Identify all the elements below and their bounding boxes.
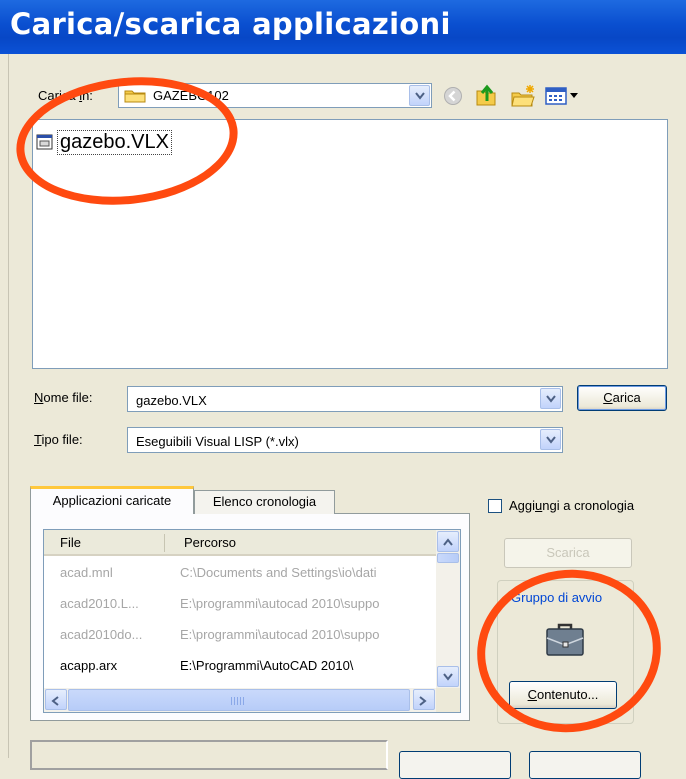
startup-suite-title: Gruppo di avvio	[511, 590, 603, 605]
scroll-down-icon[interactable]	[437, 666, 459, 687]
file-type-select[interactable]: Eseguibili Visual LISP (*.vlx)	[127, 427, 563, 453]
vlx-file-icon	[36, 134, 53, 150]
list-item[interactable]: gazebo.VLX	[36, 129, 172, 155]
look-in-value: GAZEBO102	[153, 88, 229, 103]
vertical-scroll-thumb[interactable]	[437, 553, 459, 563]
scroll-left-icon[interactable]	[45, 689, 67, 710]
table-row[interactable]: acad2010.L... E:\programmi\autocad 2010\…	[44, 591, 437, 619]
window-title: Carica/scarica applicazioni	[10, 7, 451, 41]
title-bar: Carica/scarica applicazioni	[0, 0, 686, 54]
look-in-dropdown[interactable]: GAZEBO102	[118, 83, 432, 108]
scroll-up-icon[interactable]	[437, 531, 459, 552]
bottom-button-1[interactable]	[399, 751, 511, 779]
tab-history-list[interactable]: Elenco cronologia	[194, 490, 335, 514]
chevron-down-icon[interactable]	[540, 388, 561, 409]
row-path: C:\Documents and Settings\io\dati	[180, 565, 377, 580]
file-name-label: Nome file:	[34, 390, 93, 405]
loaded-apps-list[interactable]: File Percorso acad.mnl C:\Documents and …	[43, 529, 461, 713]
column-header-path[interactable]: Percorso	[184, 535, 236, 550]
row-path: E:\programmi\autocad 2010\suppo	[180, 596, 380, 611]
chevron-down-icon[interactable]	[409, 85, 430, 106]
bottom-button-2[interactable]	[529, 751, 641, 779]
table-row[interactable]: acad2010do... E:\programmi\autocad 2010\…	[44, 622, 437, 650]
look-in-label: Carica in:	[38, 88, 93, 103]
file-name-combo[interactable]: gazebo.VLX	[127, 386, 563, 412]
scroll-corner	[436, 688, 460, 712]
row-file: acapp.arx	[60, 658, 118, 673]
file-list[interactable]: gazebo.VLX	[32, 119, 668, 369]
row-path: E:\Programmi\AutoCAD 2010\	[180, 658, 354, 673]
row-file: acad.mnl	[60, 565, 113, 580]
up-one-level-icon[interactable]	[474, 83, 498, 107]
file-name-value: gazebo.VLX	[136, 393, 207, 408]
table-row[interactable]: acad.mnl C:\Documents and Settings\io\da…	[44, 560, 437, 588]
folder-icon	[124, 90, 146, 103]
new-folder-icon[interactable]	[510, 84, 536, 108]
unload-button[interactable]: Scarica	[504, 538, 632, 568]
horizontal-scrollbar[interactable]	[44, 688, 437, 712]
row-path: E:\programmi\autocad 2010\suppo	[180, 627, 380, 642]
tab-loaded-applications[interactable]: Applicazioni caricate	[30, 486, 194, 514]
horizontal-scroll-thumb[interactable]	[68, 689, 410, 711]
add-to-history-label[interactable]: Aggiungi a cronologia	[509, 498, 634, 513]
file-type-label: Tipo file:	[34, 432, 83, 447]
contents-button[interactable]: Contenuto...	[509, 681, 617, 709]
views-menu-icon[interactable]	[545, 86, 589, 106]
row-file: acad2010do...	[60, 627, 143, 642]
back-icon[interactable]	[443, 86, 463, 106]
file-type-value: Eseguibili Visual LISP (*.vlx)	[136, 434, 299, 449]
column-header-file[interactable]: File	[60, 535, 81, 550]
load-button[interactable]: Carica	[577, 385, 667, 411]
status-field	[30, 740, 388, 770]
briefcase-icon	[546, 623, 584, 656]
vertical-scrollbar[interactable]	[436, 530, 460, 688]
table-row[interactable]: acapp.arx E:\Programmi\AutoCAD 2010\	[44, 653, 437, 681]
row-file: acad2010.L...	[60, 596, 139, 611]
list-header: File Percorso	[44, 530, 437, 556]
chevron-down-icon[interactable]	[540, 429, 561, 450]
file-item-name: gazebo.VLX	[57, 129, 172, 155]
scroll-right-icon[interactable]	[413, 689, 435, 710]
add-to-history-checkbox[interactable]	[488, 499, 502, 513]
